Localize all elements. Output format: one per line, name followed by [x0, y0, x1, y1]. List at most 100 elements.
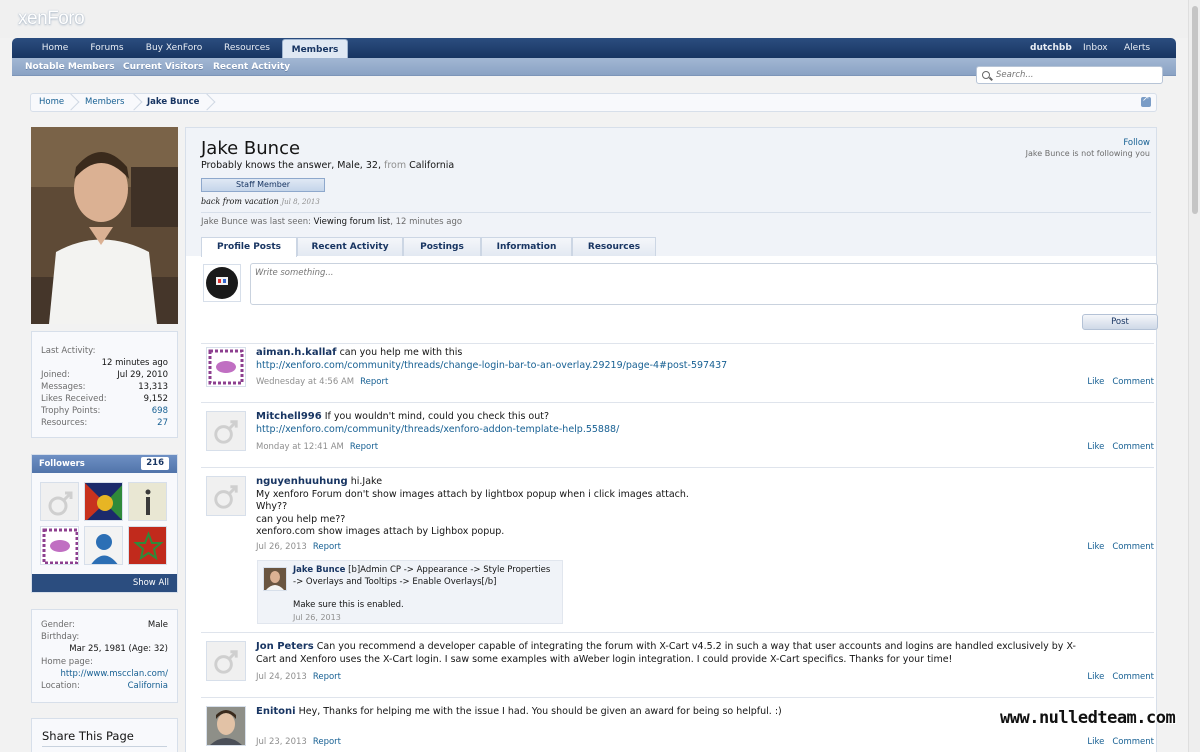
- nav-inbox[interactable]: Inbox: [1083, 38, 1108, 58]
- report-link[interactable]: Report: [350, 442, 378, 452]
- search-input[interactable]: [996, 68, 1156, 82]
- nav-tab-resources[interactable]: Resources: [216, 38, 278, 58]
- report-link[interactable]: Report: [313, 737, 341, 747]
- like-link[interactable]: Like: [1087, 542, 1104, 552]
- message-author[interactable]: Mitchell996: [256, 411, 322, 422]
- tab-postings[interactable]: Postings: [403, 237, 481, 256]
- comment-author[interactable]: Jake Bunce: [293, 565, 345, 575]
- page-scrollbar[interactable]: [1188, 0, 1200, 752]
- info-home-page-value: http://www.mscclan.com/: [41, 668, 168, 680]
- share-box: Share This Page: [31, 718, 178, 752]
- post-button[interactable]: Post: [1082, 314, 1158, 330]
- like-link[interactable]: Like: [1087, 737, 1104, 747]
- nav-user-menu[interactable]: dutchbb: [1030, 38, 1072, 58]
- site-logo[interactable]: xenForo: [18, 8, 85, 30]
- comment-link[interactable]: Comment: [1112, 672, 1154, 682]
- site-header: xenForo: [0, 0, 1188, 38]
- message-text: Mitchell996 If you wouldn't mind, could …: [256, 411, 620, 435]
- message-avatar[interactable]: [206, 411, 246, 451]
- status-composer-input[interactable]: [251, 264, 1157, 304]
- report-link[interactable]: Report: [360, 377, 388, 387]
- nav-alerts[interactable]: Alerts: [1124, 38, 1150, 58]
- profile-blurb: Probably knows the answer, Male, 32, fro…: [201, 160, 455, 171]
- comment-link[interactable]: Comment: [1112, 377, 1154, 387]
- last-seen-action: Viewing forum list: [313, 217, 391, 227]
- message-actions: Like Comment: [1079, 672, 1154, 682]
- location-link[interactable]: California: [128, 680, 168, 692]
- message-link[interactable]: http://xenforo.com/community/threads/cha…: [256, 360, 727, 371]
- profile-header: Jake Bunce Probably knows the answer, Ma…: [186, 128, 1156, 257]
- message-author[interactable]: Enitoni: [256, 706, 296, 717]
- nav-tab-forums[interactable]: Forums: [84, 38, 130, 58]
- report-link[interactable]: Report: [313, 672, 341, 682]
- status-date: Jul 8, 2013: [281, 198, 320, 206]
- message-avatar[interactable]: [206, 641, 246, 681]
- like-link[interactable]: Like: [1087, 442, 1104, 452]
- profile-post: Jon Peters Can you recommend a developer…: [201, 641, 1154, 686]
- followers-show-all[interactable]: Show All: [32, 574, 177, 592]
- followers-box: Followers 216 Show All: [31, 454, 178, 593]
- subnav-notable-members[interactable]: Notable Members: [25, 58, 115, 76]
- message-text: aiman.h.kallaf can you help me with this…: [256, 347, 728, 371]
- message-avatar[interactable]: [206, 347, 246, 387]
- message-author[interactable]: Jon Peters: [256, 641, 314, 652]
- message-author[interactable]: aiman.h.kallaf: [256, 347, 337, 358]
- comment-avatar[interactable]: [263, 567, 287, 591]
- home-page-link[interactable]: http://www.mscclan.com/: [60, 668, 168, 680]
- message-link[interactable]: http://xenforo.com/community/threads/xen…: [256, 424, 619, 435]
- message-divider: [201, 343, 1154, 344]
- stat-trophy-points: Trophy Points: 698: [41, 405, 168, 417]
- scrollbar-thumb[interactable]: [1192, 6, 1198, 214]
- message-date: Monday at 12:41 AM: [256, 442, 344, 452]
- jump-to-icon[interactable]: [1141, 94, 1151, 107]
- follower-avatar[interactable]: [84, 482, 123, 521]
- breadcrumb-members[interactable]: Members: [85, 94, 124, 111]
- subnav-recent-activity[interactable]: Recent Activity: [213, 58, 290, 76]
- follower-avatar[interactable]: [40, 526, 79, 565]
- message-author[interactable]: nguyenhuuhung: [256, 476, 348, 487]
- subnav-current-visitors[interactable]: Current Visitors: [123, 58, 203, 76]
- comment-link[interactable]: Comment: [1112, 442, 1154, 452]
- profile-avatar: [31, 127, 178, 324]
- message-avatar[interactable]: [206, 476, 246, 516]
- comment-link[interactable]: Comment: [1112, 737, 1154, 747]
- report-link[interactable]: Report: [313, 542, 341, 552]
- staff-badge: Staff Member: [201, 178, 325, 192]
- search-box[interactable]: [976, 66, 1163, 84]
- status-composer[interactable]: [250, 263, 1158, 305]
- message-divider: [201, 402, 1154, 403]
- message-text: Jon Peters Can you recommend a developer…: [256, 641, 1076, 665]
- profile-main: Jake Bunce Probably knows the answer, Ma…: [185, 127, 1158, 752]
- trophy-points-link[interactable]: 698: [152, 405, 168, 417]
- like-link[interactable]: Like: [1087, 377, 1104, 387]
- follower-avatar[interactable]: [40, 482, 79, 521]
- male-placeholder-icon: [41, 483, 78, 520]
- resources-count-link[interactable]: 27: [157, 417, 168, 429]
- message-date: Jul 26, 2013: [256, 542, 307, 552]
- tab-profile-posts[interactable]: Profile Posts: [201, 237, 297, 257]
- message-actions: Like Comment: [1079, 442, 1154, 452]
- followers-count[interactable]: 216: [141, 457, 169, 470]
- follower-avatar[interactable]: [128, 482, 167, 521]
- tab-information[interactable]: Information: [481, 237, 572, 256]
- nav-tab-home[interactable]: Home: [30, 38, 80, 58]
- comment-link[interactable]: Comment: [1112, 542, 1154, 552]
- tab-resources[interactable]: Resources: [572, 237, 656, 256]
- nav-tab-members[interactable]: Members: [282, 39, 348, 59]
- main-navigation: Home Forums Buy XenForo Resources Member…: [12, 38, 1176, 59]
- breadcrumb-current[interactable]: Jake Bunce: [147, 94, 199, 111]
- message-meta: Jul 26, 2013 Report: [256, 542, 341, 552]
- like-link[interactable]: Like: [1087, 672, 1104, 682]
- message-date: Wednesday at 4:56 AM: [256, 377, 355, 387]
- breadcrumb-separator-icon: [203, 94, 213, 111]
- nav-tab-buy-xenforo[interactable]: Buy XenForo: [138, 38, 210, 58]
- user-location-link[interactable]: California: [409, 160, 454, 171]
- breadcrumb-separator-icon: [130, 94, 140, 111]
- follow-button[interactable]: Follow: [1123, 138, 1150, 148]
- info-gender: Gender: Male: [41, 620, 168, 630]
- follower-avatar[interactable]: [128, 526, 167, 565]
- tab-recent-activity[interactable]: Recent Activity: [297, 237, 403, 256]
- breadcrumb-home[interactable]: Home: [39, 94, 64, 111]
- message-avatar[interactable]: [206, 706, 246, 746]
- follower-avatar[interactable]: [84, 526, 123, 565]
